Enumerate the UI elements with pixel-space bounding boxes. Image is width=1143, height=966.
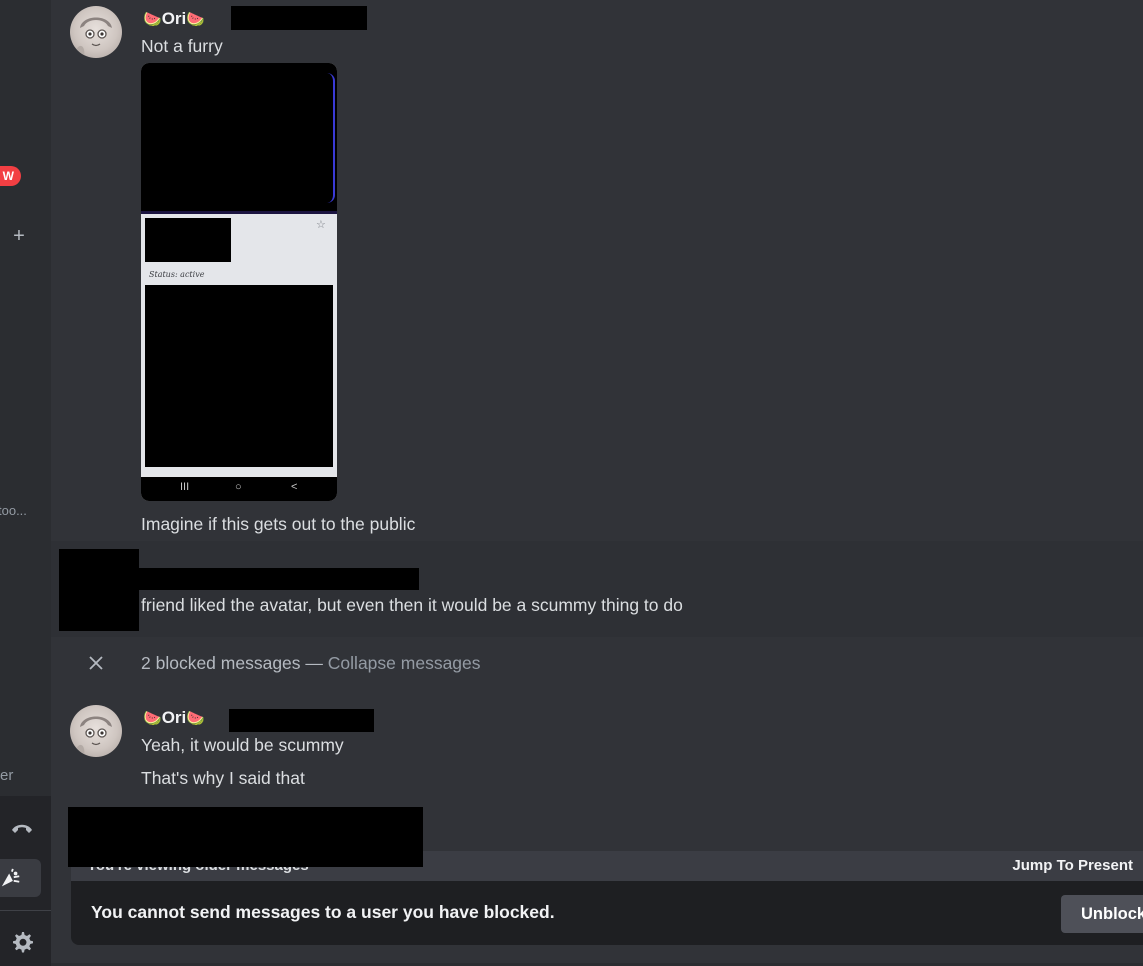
badge-label: W [2, 169, 14, 183]
channel-sidebar: W + too... er [0, 0, 51, 966]
image-attachment[interactable]: ☆ Status: active III ○ < [141, 63, 337, 501]
watermelon-emoji: 🍉 [143, 710, 162, 727]
blocked-notice-text: You cannot send messages to a user you h… [91, 902, 555, 922]
dm-item-truncated-name[interactable]: too... [0, 503, 27, 518]
redacted-avatar [59, 549, 139, 631]
phone-navbar: III ○ < [141, 477, 337, 501]
home-icon: ○ [235, 481, 242, 493]
separator: — [305, 653, 323, 673]
gear-icon[interactable] [10, 930, 34, 954]
back-icon: < [291, 481, 298, 493]
avatar-illustration [74, 17, 112, 58]
watermelon-emoji: 🍉 [186, 11, 205, 28]
collapse-messages-link[interactable]: Collapse messages [328, 653, 481, 673]
author-name[interactable]: Ori [162, 9, 187, 28]
image-detail [327, 73, 335, 203]
unblock-button[interactable]: Unblock [1061, 895, 1143, 933]
message-text: That's why I said that [141, 768, 305, 788]
redacted-username [229, 709, 374, 732]
status-text: Status: active [149, 270, 205, 279]
message-text: Not a furry [141, 36, 223, 56]
redacted-author [139, 568, 419, 590]
blocked-messages-row[interactable]: 2 blocked messages — Collapse messages [51, 648, 1143, 678]
add-icon[interactable]: + [10, 224, 28, 248]
recent-apps-icon: III [180, 481, 190, 493]
avatar[interactable] [70, 6, 122, 58]
truncated-label: er [0, 767, 14, 784]
redacted-region [145, 218, 231, 262]
star-icon: ☆ [316, 219, 326, 231]
avatar-illustration [74, 716, 112, 757]
phone-hangup-icon[interactable] [10, 818, 34, 838]
jump-to-present-button[interactable]: Jump To Present [1012, 857, 1133, 874]
author-name[interactable]: Ori [162, 708, 187, 727]
message-text: Imagine if this gets out to the public [141, 514, 416, 534]
close-icon[interactable] [88, 655, 104, 671]
avatar[interactable] [70, 705, 122, 757]
divider [0, 910, 51, 911]
message-author[interactable]: 🍉Ori🍉 [143, 8, 205, 31]
watermelon-emoji: 🍉 [143, 11, 162, 28]
new-badge: W [0, 166, 21, 186]
message-author[interactable]: 🍉Ori🍉 [143, 707, 205, 730]
soundboard-icon [1, 868, 20, 887]
watermelon-emoji: 🍉 [186, 710, 205, 727]
message-text: friend liked the avatar, but even then i… [141, 595, 683, 615]
blocked-notice: You cannot send messages to a user you h… [71, 881, 1143, 945]
redacted-region [141, 63, 337, 211]
message-text: Yeah, it would be scummy [141, 735, 344, 755]
discord-window: W + too... er 🍉Ori🍉 Not a furry ☆ Status… [0, 0, 1143, 966]
soundboard-button[interactable] [0, 859, 41, 897]
redacted-region [68, 807, 423, 867]
blocked-count: 2 blocked messages [141, 653, 301, 673]
blocked-messages-text: 2 blocked messages — Collapse messages [141, 652, 481, 674]
redacted-username [231, 6, 367, 30]
redacted-region [145, 285, 333, 467]
